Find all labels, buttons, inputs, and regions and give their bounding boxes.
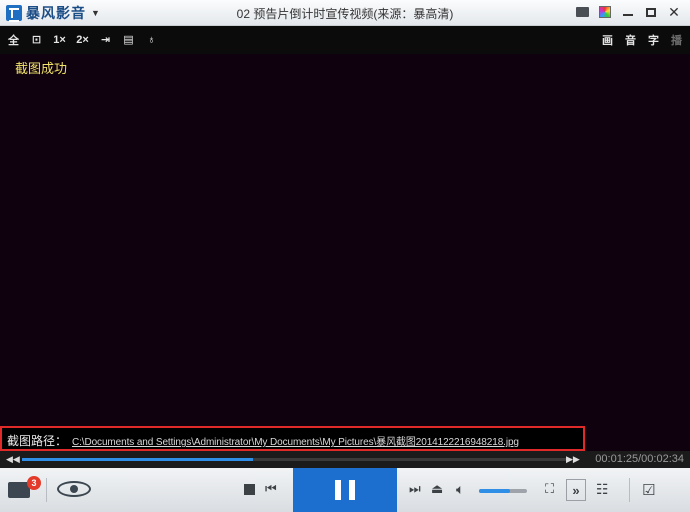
eject-button[interactable]: ⏏ <box>431 481 443 497</box>
progress-bar: ◀◀ ▶▶ 00:01:25/00:02:34 <box>0 451 690 468</box>
eye-button[interactable] <box>57 481 91 497</box>
rewind-icon[interactable]: ◀◀ <box>6 454 20 465</box>
minimize-button[interactable] <box>620 4 636 20</box>
toolbox-button[interactable]: 3 <box>8 476 41 498</box>
check-button[interactable]: ☑ <box>642 481 655 499</box>
screenshot-path-link[interactable]: C:\Documents and Settings\Administrator\… <box>72 433 519 448</box>
mini-mode-button[interactable]: ⊡ <box>29 32 44 47</box>
stop-button[interactable] <box>244 484 255 495</box>
list-icon: ☷ <box>596 481 609 497</box>
playlist-toggle-button[interactable]: » <box>566 479 586 501</box>
volume-slider[interactable] <box>479 489 527 493</box>
video-area[interactable]: 截图成功 <box>0 54 690 430</box>
checkbox-icon: ☑ <box>642 482 656 499</box>
fullscreen-toggle-button[interactable]: ⛶ <box>545 481 554 497</box>
video-toolbar: 全 ⊡ 1× 2× ⇥ ▤ ♁ 画 音 字 播 <box>0 26 690 54</box>
app-logo-icon <box>6 5 22 22</box>
screenshot-path-bar: 截图路径： C:\Documents and Settings\Administ… <box>0 426 585 451</box>
pause-icon <box>349 480 355 500</box>
maximize-button[interactable] <box>643 4 659 20</box>
previous-icon: ⏮ <box>265 481 277 496</box>
screenshot-toast: 截图成功 <box>15 61 68 76</box>
subtitle-button[interactable]: 字 <box>646 32 661 47</box>
mute-button[interactable]: 🔈︎ <box>456 481 464 498</box>
picture-settings-button[interactable]: 画 <box>600 32 615 47</box>
chat-button[interactable] <box>574 4 590 20</box>
expand-icon: ⛶ <box>545 481 555 496</box>
double-chevron-icon: » <box>572 482 580 498</box>
seek-progress <box>22 458 253 461</box>
app-name: 暴风影音 <box>26 5 86 21</box>
screenshot-path-label: 截图路径： <box>7 434 68 448</box>
previous-button[interactable]: ⏮ <box>265 481 277 497</box>
minimize-icon <box>623 14 633 16</box>
speed-2x-button[interactable]: 2× <box>75 32 90 47</box>
chevron-down-icon: ▼ <box>91 8 100 18</box>
title-bar: 暴风影音 ▼ 02 预告片倒计时宣传视频(来源：暴高清) ✕ <box>0 0 690 26</box>
pause-icon <box>335 480 341 500</box>
eye-icon <box>57 481 91 497</box>
next-button[interactable]: ⏭ <box>409 481 421 497</box>
pause-button[interactable] <box>293 468 397 512</box>
light-button[interactable]: ♁ <box>144 32 159 47</box>
screenshot-button[interactable]: ▤ <box>121 32 136 47</box>
speed-1x-button[interactable]: 1× <box>52 32 67 47</box>
play-mode-button[interactable]: 播 <box>669 32 684 47</box>
volume-level <box>479 489 511 493</box>
close-icon: ✕ <box>668 4 680 20</box>
fullscreen-button[interactable]: 全 <box>6 32 21 47</box>
eject-icon: ⏏ <box>431 481 444 496</box>
maximize-icon <box>646 7 656 17</box>
control-bar: 3 ⏮ ⏭ ⏏ 🔈︎ ⛶ » ☷ ☑ <box>0 468 690 512</box>
playlist-button[interactable]: ☷ <box>596 481 609 498</box>
skin-button[interactable] <box>597 4 613 20</box>
seek-track[interactable] <box>22 458 572 461</box>
stop-icon <box>244 484 255 495</box>
fast-forward-icon[interactable]: ▶▶ <box>566 454 580 465</box>
divider <box>629 478 630 502</box>
pin-button[interactable]: ⇥ <box>98 32 113 47</box>
window-title: 02 预告片倒计时宣传视频(来源：暴高清) <box>236 7 454 21</box>
time-display: 00:01:25/00:02:34 <box>595 453 684 465</box>
app-menu[interactable]: 暴风影音 ▼ <box>6 3 100 23</box>
speaker-icon: 🔈︎ <box>456 481 465 497</box>
chat-icon <box>575 7 589 17</box>
close-button[interactable]: ✕ <box>666 4 682 20</box>
skin-icon <box>599 6 611 18</box>
next-icon: ⏭ <box>409 481 421 496</box>
notification-badge: 3 <box>27 476 41 490</box>
divider <box>46 478 47 502</box>
audio-settings-button[interactable]: 音 <box>623 32 638 47</box>
